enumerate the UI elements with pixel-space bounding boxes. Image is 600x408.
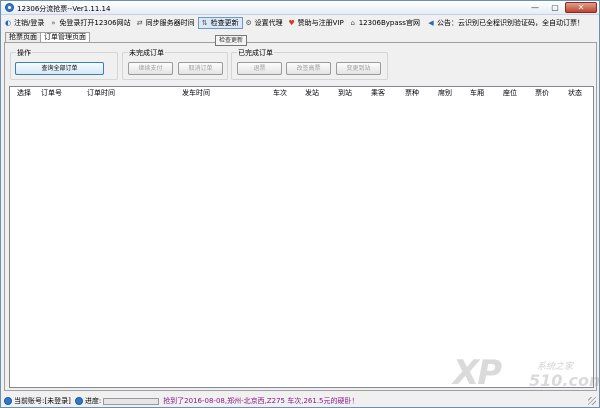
open-12306-button[interactable]: » 免登录打开12306网站: [47, 17, 133, 29]
col-passenger[interactable]: 乘客: [371, 88, 385, 98]
toolbar-label: 同步服务器时间: [145, 19, 195, 27]
toolbar-label: 赞助与注册VIP: [297, 19, 344, 27]
official-site-button[interactable]: ⌂ 12306Bypass官网: [347, 17, 423, 29]
resize-grip[interactable]: [588, 397, 596, 405]
watermark: XP 系统之家 510.com: [453, 353, 600, 393]
toolbar-label: 注销/登录: [14, 19, 45, 27]
progress-label: 进度:: [84, 397, 102, 405]
toolbar: ◐ 注销/登录 » 免登录打开12306网站 ⇄ 同步服务器时间 ⇅ 检查更新 …: [2, 16, 598, 30]
logout-login-button[interactable]: ◐ 注销/登录: [2, 17, 47, 29]
query-all-orders-button[interactable]: 查询全部订单: [15, 62, 104, 75]
group-label: 操作: [16, 48, 32, 58]
app-window: 12306分流抢票--Ver1.11.14 — ▢ ✕ ◐ 注销/登录 » 免登…: [0, 0, 600, 408]
watermark-brand: XP: [453, 353, 502, 393]
toolbar-label: 设置代理: [254, 19, 283, 27]
order-management-panel: 操作 查询全部订单 未完成订单 继续支付 取消订单 已完成订单 退票 改签高票 …: [4, 42, 597, 391]
watermark-site-num: 510.com: [529, 371, 600, 390]
heart-icon: ♥: [288, 19, 295, 27]
col-depart-time[interactable]: 发车时间: [182, 88, 210, 98]
maximize-button[interactable]: ▢: [545, 2, 565, 13]
tab-strip: 抢票页面 订单管理页面: [5, 32, 90, 43]
update-icon: ⇅: [201, 19, 208, 27]
tab-grab-tickets[interactable]: 抢票页面: [5, 32, 41, 42]
col-order-no[interactable]: 订单号: [41, 88, 62, 98]
col-train-no[interactable]: 车次: [273, 88, 287, 98]
toolbar-label: 12306Bypass官网: [358, 19, 420, 27]
col-select[interactable]: 选择: [17, 88, 31, 98]
toolbar-label: 检查更新: [210, 19, 239, 27]
change-ticket-button[interactable]: 改签高票: [286, 62, 331, 75]
col-order-time[interactable]: 订单时间: [87, 88, 115, 98]
window-controls: — ▢ ✕: [525, 2, 597, 13]
cancel-order-button[interactable]: 取消订单: [178, 62, 223, 75]
close-button[interactable]: ✕: [565, 2, 597, 13]
title-bar: 12306分流抢票--Ver1.11.14 — ▢ ✕: [1, 1, 599, 15]
status-message: 抢到了2016-08-08,郑州-北京西,Z275 车次,261.5元的硬卧！: [163, 397, 359, 405]
pending-orders-group: 未完成订单 继续支付 取消订单: [122, 48, 228, 80]
group-label: 已完成订单: [237, 48, 274, 58]
window-title: 12306分流抢票--Ver1.11.14: [17, 5, 111, 13]
account-status-icon: [4, 397, 12, 405]
col-ticket-type[interactable]: 票种: [405, 88, 419, 98]
progress-bar: [103, 397, 160, 405]
col-price[interactable]: 票价: [535, 88, 549, 98]
sync-time-button[interactable]: ⇄ 同步服务器时间: [134, 17, 198, 29]
toolbar-label: 免登录打开12306网站: [59, 19, 131, 27]
operations-group: 操作 查询全部订单: [10, 48, 118, 80]
app-logo-icon: [5, 3, 14, 12]
check-update-button[interactable]: ⇅ 检查更新: [197, 17, 243, 29]
col-status[interactable]: 状态: [568, 88, 582, 98]
col-seat[interactable]: 座位: [503, 88, 517, 98]
status-bar: 当前账号:[未登录] 进度: 抢到了2016-08-08,郑州-北京西,Z275…: [2, 395, 598, 407]
progress-icon: [74, 397, 83, 405]
account-status: 当前账号:[未登录]: [14, 397, 71, 405]
group-label: 未完成订单: [128, 48, 165, 58]
continue-payment-button[interactable]: 继续支付: [128, 62, 173, 75]
orders-table[interactable]: 选择 订单号 订单时间 发车时间 车次 发站 到站 乘客 票种 席别 车厢 座位…: [9, 86, 594, 388]
check-update-tooltip: 检查更新: [215, 35, 248, 46]
open-link-icon: »: [51, 19, 56, 27]
gear-icon: ⚙: [245, 19, 252, 27]
proxy-settings-button[interactable]: ⚙ 设置代理: [243, 17, 286, 29]
sponsor-vip-button[interactable]: ♥ 赞助与注册VIP: [286, 17, 347, 29]
col-to-station[interactable]: 到站: [338, 88, 352, 98]
sync-icon: ⇄: [136, 19, 143, 27]
refund-button[interactable]: 退票: [237, 62, 282, 75]
col-from-station[interactable]: 发站: [305, 88, 319, 98]
col-seat-class[interactable]: 席别: [438, 88, 452, 98]
announcement: ◀ 公告：云识别已全程识别验证码，全自动订票！: [425, 17, 587, 29]
table-header: 选择 订单号 订单时间 发车时间 车次 发站 到站 乘客 票种 席别 车厢 座位…: [10, 87, 593, 98]
completed-orders-group: 已完成订单 退票 改签高票 变更到站: [231, 48, 388, 80]
home-icon: ⌂: [350, 19, 355, 27]
col-coach[interactable]: 车厢: [470, 88, 484, 98]
change-station-button[interactable]: 变更到站: [336, 62, 381, 75]
announcement-text: 公告：云识别已全程识别验证码，全自动订票！: [436, 19, 584, 27]
minimize-button[interactable]: —: [525, 2, 545, 13]
speaker-icon: ◀: [428, 19, 434, 27]
logout-icon: ◐: [4, 19, 12, 27]
